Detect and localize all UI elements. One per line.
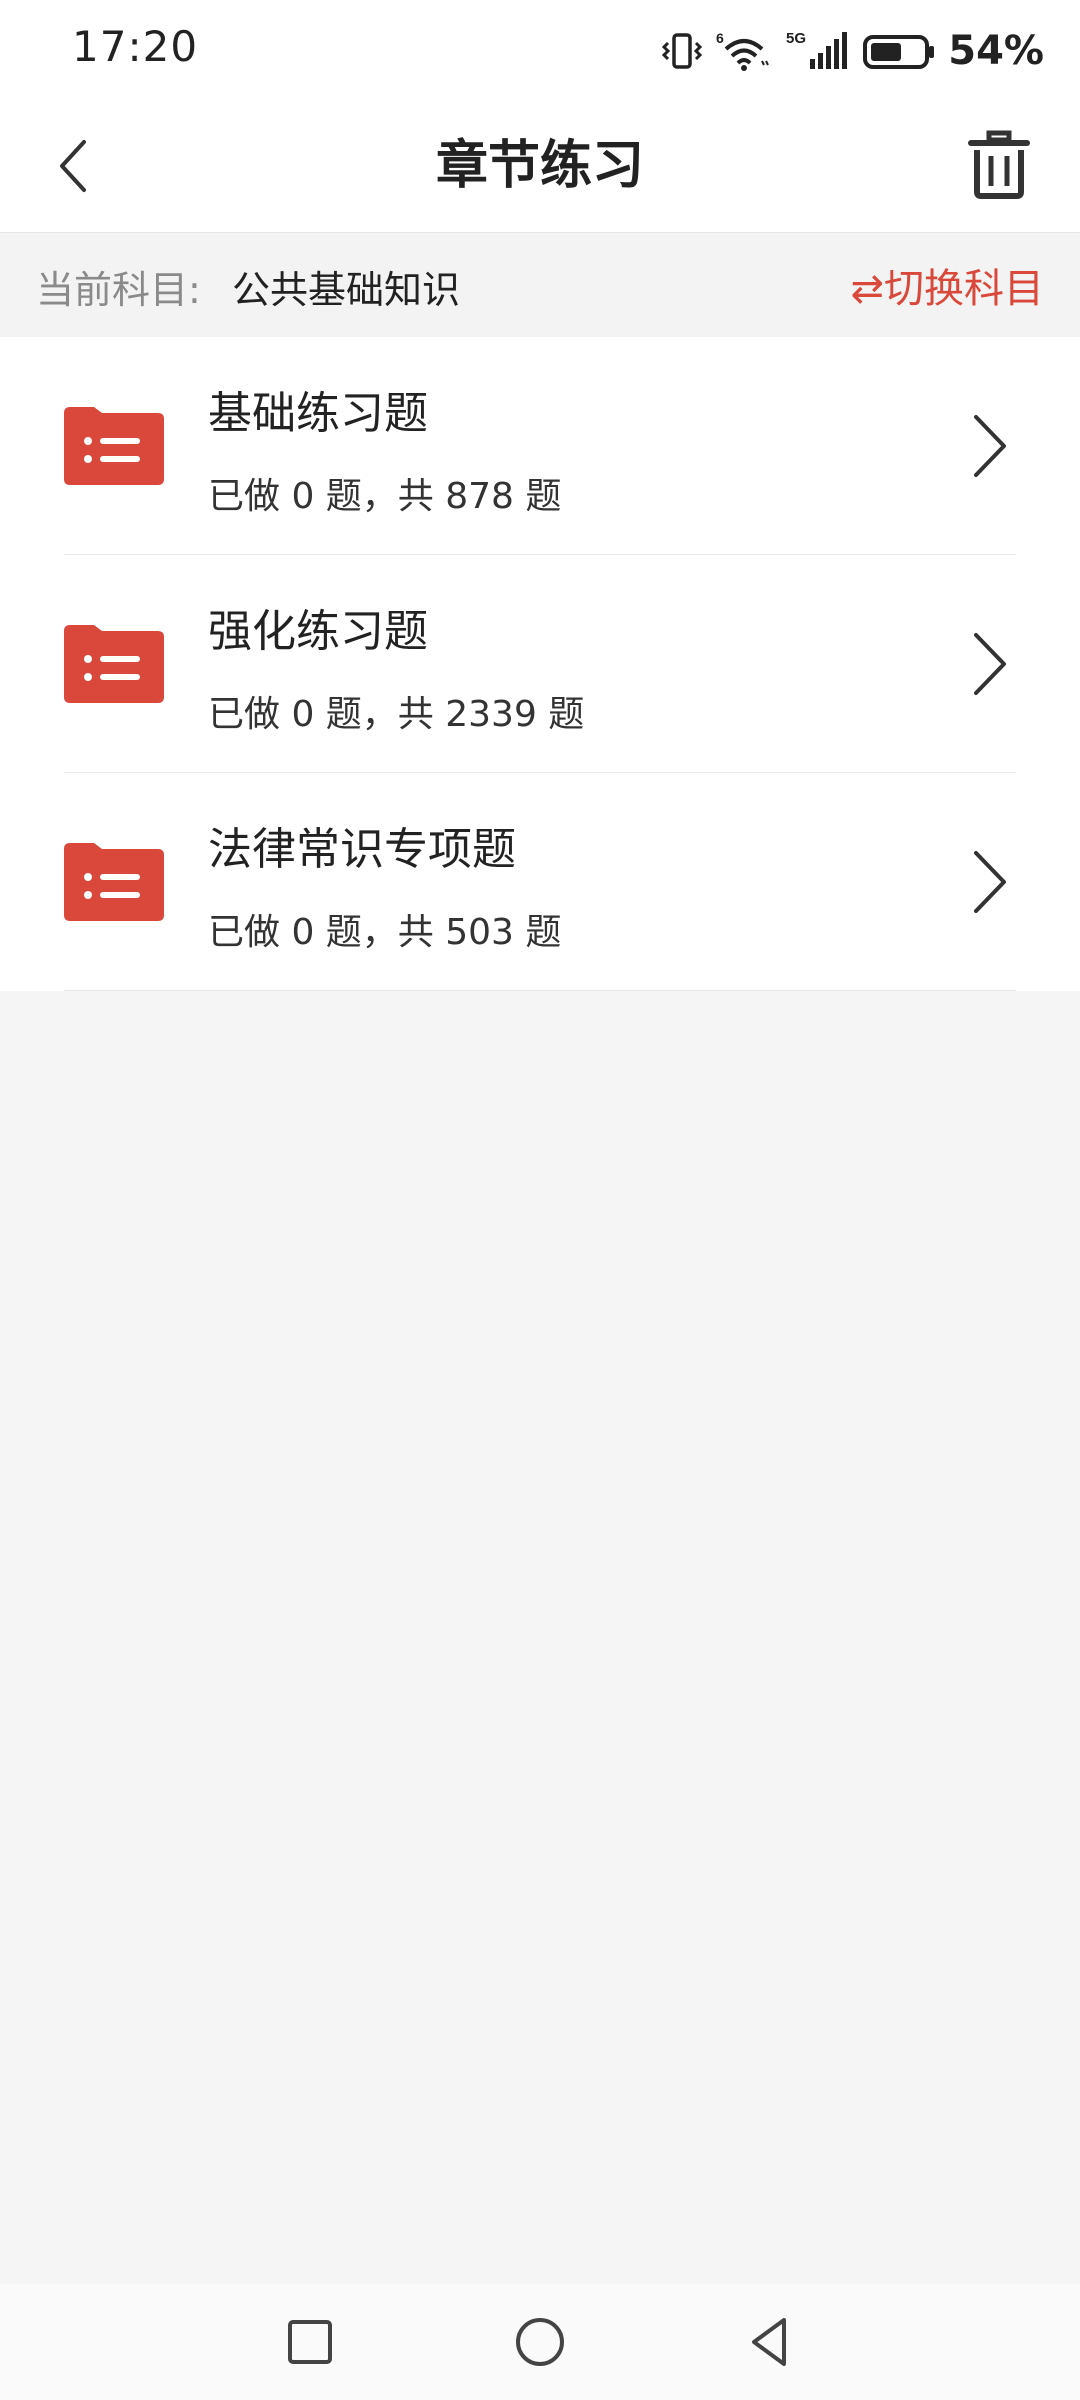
item-title: 强化练习题 [208, 606, 428, 657]
cellular-signal-icon: 5G [786, 30, 848, 69]
item-progress: 已做 0 题，共 503 题 [208, 912, 562, 953]
battery-percentage: 54% [948, 28, 1044, 74]
home-button[interactable] [510, 2312, 570, 2372]
system-nav-bar [0, 2284, 1080, 2400]
item-title: 基础练习题 [208, 388, 428, 439]
chapter-list: 基础练习题 已做 0 题，共 878 题 强化练习题 已做 0 题，共 2339… [0, 337, 1080, 991]
header: 章节练习 [0, 100, 1080, 233]
item-title: 法律常识专项题 [208, 824, 516, 875]
back-nav-button[interactable] [740, 2312, 800, 2372]
vibrate-icon [662, 33, 703, 69]
delete-button[interactable] [954, 120, 1044, 210]
wifi-badge: 6 [716, 30, 724, 46]
chevron-right-icon [974, 415, 1006, 477]
trash-icon [968, 130, 1030, 199]
page-title: 章节练习 [435, 136, 644, 196]
list-item[interactable]: 基础练习题 已做 0 题，共 878 题 [0, 337, 1080, 555]
folder-list-icon [64, 625, 164, 703]
folder-list-icon [64, 843, 164, 921]
list-item[interactable]: 强化练习题 已做 0 题，共 2339 题 [0, 555, 1080, 773]
network-label: 5G [786, 30, 806, 47]
status-time: 17:20 [72, 22, 199, 71]
switch-subject-label: ⇄切换科目 [850, 266, 1044, 312]
recent-apps-button[interactable] [280, 2312, 340, 2372]
subject-label: 当前科目: [36, 268, 201, 312]
chevron-right-icon [974, 851, 1006, 913]
divider [64, 990, 1016, 991]
status-bar: 17:20 6 5G 54% [0, 0, 1080, 100]
battery-icon [863, 35, 935, 69]
chevron-right-icon [974, 633, 1006, 695]
item-progress: 已做 0 题，共 878 题 [208, 476, 562, 517]
list-item[interactable]: 法律常识专项题 已做 0 题，共 503 题 [0, 773, 1080, 991]
status-icons: 6 5G 54% [660, 24, 1044, 78]
switch-subject-button[interactable]: ⇄切换科目 [850, 255, 1044, 315]
wifi-icon: 6 [716, 30, 770, 71]
folder-list-icon [64, 407, 164, 485]
item-progress: 已做 0 题，共 2339 题 [208, 694, 585, 735]
subject-bar: 当前科目: 公共基础知识 ⇄切换科目 [0, 233, 1080, 337]
subject-value: 公共基础知识 [232, 268, 461, 312]
